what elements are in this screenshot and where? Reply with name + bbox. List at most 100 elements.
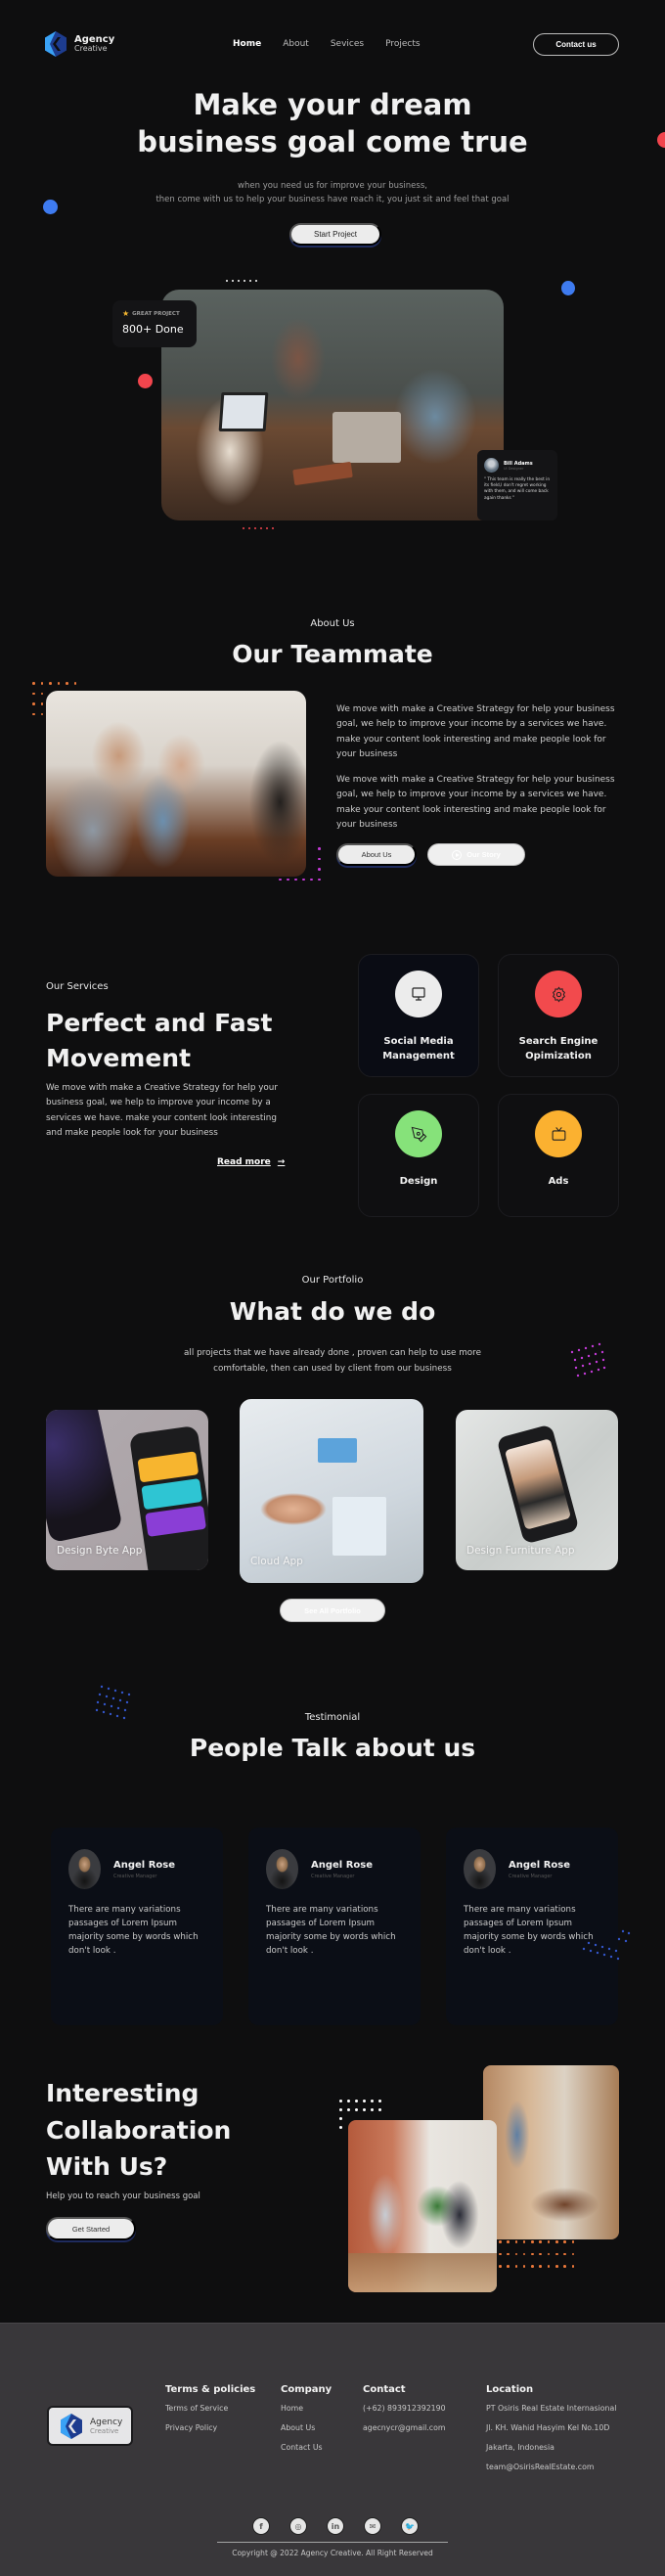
service-label: Ads bbox=[548, 1176, 569, 1187]
services-eyebrow: Our Services bbox=[46, 981, 109, 992]
footer-link-about-us[interactable]: About Us bbox=[281, 2423, 332, 2432]
photo-sticky-note bbox=[318, 1438, 357, 1463]
decor-magenta-dots bbox=[570, 1342, 606, 1378]
footer-column-location: Location PT Osiris Real Estate Internasi… bbox=[486, 2384, 616, 2482]
portfolio-card-cloud-app[interactable]: Cloud App bbox=[240, 1399, 423, 1583]
portfolio-card-furniture-app[interactable]: Design Furniture App bbox=[456, 1410, 618, 1570]
gear-icon bbox=[535, 971, 582, 1017]
portfolio-eyebrow: Our Portfolio bbox=[301, 1275, 364, 1286]
portfolio-title: What do we do bbox=[229, 1297, 436, 1326]
testimonial-name: Angel Rose bbox=[509, 1859, 571, 1871]
stat-label: GREAT PROJECT bbox=[132, 310, 180, 317]
testimonial-role: Creative Manager bbox=[509, 1873, 553, 1879]
cta-title: Interesting Collaboration With Us? bbox=[46, 2075, 231, 2186]
about-text: We move with make a Creative Strategy fo… bbox=[336, 702, 620, 834]
read-more-label: Read more bbox=[217, 1157, 271, 1167]
about-title: Our Teammate bbox=[232, 640, 433, 668]
copyright: Copyright @ 2022 Agency Creative. All Ri… bbox=[232, 2549, 433, 2557]
portfolio-subtitle: all projects that we have already done ,… bbox=[0, 1345, 665, 1378]
portfolio-label: Cloud App bbox=[250, 1556, 303, 1567]
play-icon bbox=[452, 849, 463, 860]
get-started-button[interactable]: Get Started bbox=[46, 2217, 136, 2240]
footer-location-email[interactable]: team@OsirisRealEstate.com bbox=[486, 2463, 616, 2471]
brand-logo[interactable]: Agency Creative bbox=[45, 31, 114, 57]
portfolio-subtitle-line-1: all projects that we have already done ,… bbox=[184, 1348, 481, 1358]
hero-title-line-2: business goal come true bbox=[137, 125, 528, 159]
photo-paper bbox=[332, 1497, 386, 1556]
footer-heading: Location bbox=[486, 2384, 534, 2395]
monitor-icon bbox=[395, 971, 442, 1017]
hero-title: Make your dream business goal come true bbox=[0, 86, 665, 161]
service-card-ads[interactable]: Ads bbox=[498, 1094, 619, 1217]
testimonial-card: Angel Rose Creative Manager There are ma… bbox=[51, 1828, 223, 2025]
footer-link-privacy-policy[interactable]: Privacy Policy bbox=[165, 2423, 255, 2432]
agency-logo-icon bbox=[45, 31, 66, 57]
footer-heading: Terms & policies bbox=[165, 2384, 256, 2395]
reviewer-avatar bbox=[484, 458, 499, 473]
testimonial-avatar bbox=[464, 1849, 496, 1889]
read-more-link[interactable]: Read more → bbox=[217, 1157, 285, 1167]
instagram-icon[interactable]: ◎ bbox=[289, 2517, 307, 2535]
about-paragraph: We move with make a Creative Strategy fo… bbox=[336, 774, 615, 831]
cta-high-five-photo bbox=[348, 2120, 497, 2292]
testimonial-name: Angel Rose bbox=[113, 1859, 176, 1871]
decor-white-dots bbox=[226, 280, 261, 282]
footer-link-home[interactable]: Home bbox=[281, 2404, 332, 2413]
hero-subtitle-line-2: then come with us to help your business … bbox=[155, 195, 510, 205]
stat-value: 800+ Done bbox=[122, 323, 184, 336]
main-nav: Home About Sevices Projects bbox=[233, 39, 421, 49]
footer-phone[interactable]: (+62) 893912392190 bbox=[363, 2404, 446, 2413]
footer-column-company: Company Home About Us Contact Us bbox=[281, 2384, 332, 2463]
service-card-seo[interactable]: Search Engine Opimization bbox=[498, 954, 619, 1077]
our-story-button[interactable]: Our Story bbox=[427, 843, 525, 866]
nav-projects[interactable]: Projects bbox=[385, 39, 420, 49]
testimonial-card: Angel Rose Creative Manager There are ma… bbox=[446, 1828, 618, 2025]
portfolio-label: Design Byte App bbox=[57, 1545, 143, 1557]
tv-icon bbox=[535, 1110, 582, 1157]
mail-icon[interactable]: ✉ bbox=[364, 2517, 381, 2535]
testimonial-eyebrow: Testimonial bbox=[304, 1712, 361, 1723]
service-card-design[interactable]: Design bbox=[358, 1094, 479, 1217]
testimonial-title: People Talk about us bbox=[189, 1734, 476, 1762]
photo-notebook bbox=[292, 461, 353, 486]
photo-laptop bbox=[332, 412, 401, 463]
nav-home[interactable]: Home bbox=[233, 39, 261, 49]
photo-laptop bbox=[218, 392, 269, 431]
cta-title-line-2: Collaboration bbox=[46, 2115, 232, 2145]
twitter-icon[interactable]: 🐦 bbox=[401, 2517, 419, 2535]
linkedin-icon[interactable]: in bbox=[327, 2517, 344, 2535]
contact-us-button[interactable]: Contact us bbox=[533, 33, 619, 56]
arrow-right-icon: → bbox=[277, 1157, 286, 1167]
about-eyebrow: About Us bbox=[310, 618, 355, 629]
social-links: f ◎ in ✉ 🐦 bbox=[252, 2517, 419, 2535]
footer-link-contact-us[interactable]: Contact Us bbox=[281, 2443, 332, 2452]
decor-orange-dots bbox=[499, 2240, 580, 2268]
pen-tool-icon bbox=[395, 1110, 442, 1157]
service-card-social-media[interactable]: Social Media Management bbox=[358, 954, 479, 1077]
facebook-icon[interactable]: f bbox=[252, 2517, 270, 2535]
footer-email[interactable]: agecnycr@gmail.com bbox=[363, 2423, 446, 2432]
see-all-portfolio-button[interactable]: See All Portfolio bbox=[280, 1599, 385, 1622]
footer-column-contact: Contact (+62) 893912392190 agecnycr@gmai… bbox=[363, 2384, 446, 2443]
decor-blue-dots bbox=[582, 1929, 631, 1961]
decor-red-dots bbox=[243, 527, 278, 529]
service-label: Search Engine Opimization bbox=[518, 1036, 598, 1062]
testimonial-card: Angel Rose Creative Manager There are ma… bbox=[248, 1828, 421, 2025]
nav-about[interactable]: About bbox=[283, 39, 309, 49]
about-us-button[interactable]: About Us bbox=[336, 843, 417, 866]
phone-mockup bbox=[46, 1410, 123, 1544]
cta-office-photo bbox=[483, 2065, 619, 2239]
footer-brand-tagline: Creative bbox=[90, 2426, 119, 2435]
review-text: " This team is really the best in its fi… bbox=[484, 477, 551, 501]
footer-address-street: Jl. KH. Wahid Hasyim Kel No.10D bbox=[486, 2423, 610, 2432]
footer-logo[interactable]: Agency Creative bbox=[47, 2406, 133, 2446]
nav-services[interactable]: Sevices bbox=[331, 39, 364, 49]
decor-blue-dots bbox=[95, 1685, 131, 1720]
phone-mockup bbox=[496, 1424, 580, 1545]
portfolio-card-byte-app[interactable]: Design Byte App bbox=[46, 1410, 208, 1570]
testimonial-avatar bbox=[266, 1849, 298, 1889]
portfolio-subtitle-line-2: comfortable, then can used by client fro… bbox=[213, 1364, 452, 1375]
footer-link-terms-of-service[interactable]: Terms of Service bbox=[165, 2404, 255, 2413]
decor-red-dot bbox=[138, 374, 153, 388]
start-project-button[interactable]: Start Project bbox=[289, 223, 381, 246]
